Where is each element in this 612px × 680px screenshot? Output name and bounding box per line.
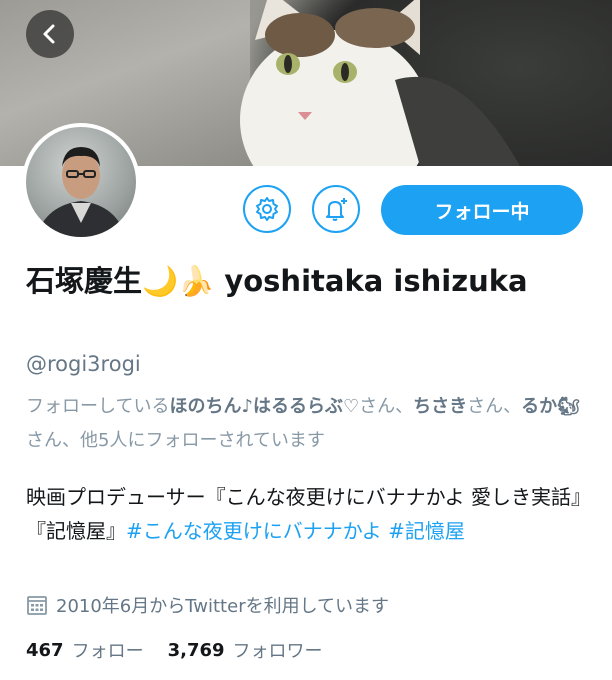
following-button[interactable]: フォロー中 [381,185,583,235]
calendar-icon [27,596,47,615]
join-date-text: 2010年6月からTwitterを利用しています [56,596,390,617]
hashtag-link[interactable]: #記憶屋 [388,519,465,543]
followed-by-user[interactable]: るか🐿 [521,396,580,417]
following-label[interactable]: フォロー [72,637,144,663]
followed-by-suffix: さん、他5人にフォローされています [26,430,325,451]
followers-count[interactable]: 3,769 [168,640,225,661]
display-name: 石塚慶生🌙🍌 yoshitaka ishizuka [26,258,596,304]
banana-emoji: 🍌 [178,264,215,298]
back-button[interactable] [26,10,74,58]
followed-by-user[interactable]: ちさき [413,396,467,417]
gear-icon [256,197,278,221]
hashtag-link[interactable]: #こんな夜更けにバナナかよ [126,519,382,543]
followers-label[interactable]: フォロワー [233,637,323,663]
followed-by-prefix: フォローしている [26,396,170,417]
join-date: 2010年6月からTwitterを利用しています [26,592,389,618]
display-name-en: yoshitaka ishizuka [224,264,528,298]
display-name-jp: 石塚慶生 [26,264,143,298]
following-count[interactable]: 467 [26,640,64,661]
followed-by-user[interactable]: ほのちん♪はるるらぶ♡ [169,396,359,417]
followers-you-know[interactable]: フォローしているほのちん♪はるるらぶ♡さん、ちさきさん、るか🐿さん、他5人にフォ… [26,390,592,458]
avatar[interactable] [22,123,140,241]
settings-button[interactable] [243,185,291,233]
followed-by-separator: さん、 [467,396,522,417]
moon-emoji: 🌙 [142,264,179,298]
chevron-left-icon [43,24,55,44]
user-handle: @rogi3rogi [26,352,141,376]
notifications-button[interactable] [312,185,360,233]
bell-plus-icon [326,198,347,221]
follow-stats: 467 フォロー 3,769 フォロワー [26,637,323,663]
avatar-photo [26,127,136,237]
followed-by-separator: さん、 [359,396,414,417]
profile-bio: 映画プロデューサー『こんな夜更けにバナナかよ 愛しき実話』『記憶屋』#こんな夜更… [26,480,592,548]
following-button-label: フォロー中 [434,200,530,223]
